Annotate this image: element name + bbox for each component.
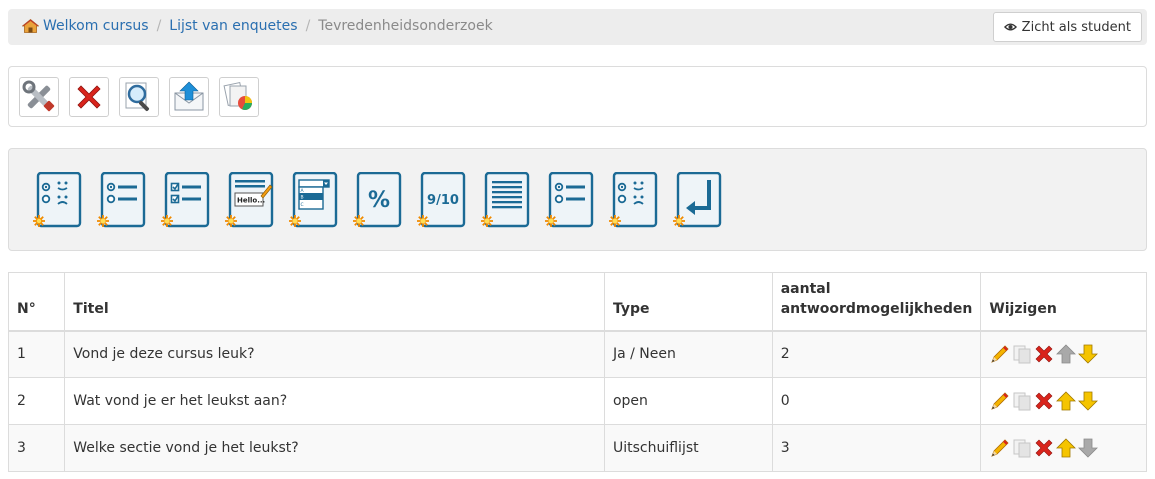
cell-actions: [980, 424, 1147, 472]
add-multiple-choice-question-button[interactable]: [97, 171, 147, 230]
add-selective-display-question-button[interactable]: [609, 171, 659, 230]
svg-text:Hello...: Hello...: [237, 197, 265, 205]
svg-text:9/10: 9/10: [427, 193, 459, 208]
cell-number: 3: [7, 424, 66, 472]
multiple-choice-question-icon: [97, 171, 146, 228]
column-header-answer-count: aantal antwoordmogelijkheden: [771, 272, 982, 331]
breadcrumb-separator: /: [156, 18, 162, 34]
action-toolbar: [8, 66, 1147, 127]
questions-table: N° Titel Type aantal antwoordmogelijkhed…: [7, 272, 1147, 472]
question-types-panel: Hello... A B C % 9/10: [8, 148, 1147, 251]
cell-answer-count: 3: [771, 424, 982, 472]
add-open-question-button[interactable]: Hello...: [225, 171, 275, 230]
column-header-edit: Wijzigen: [980, 272, 1147, 331]
student-view-button[interactable]: Zicht als student: [992, 12, 1142, 42]
cell-title: Vond je deze cursus leuk?: [64, 330, 605, 378]
move-up-arrow-icon[interactable]: [1055, 437, 1077, 459]
edit-question-pencil-icon[interactable]: [989, 343, 1011, 365]
add-multiple-choice-other-question-button[interactable]: [545, 171, 595, 230]
add-pagebreak-button[interactable]: [673, 171, 723, 230]
add-dropdown-question-button[interactable]: A B C: [289, 171, 339, 230]
multiple-choice-other-question-icon: [545, 171, 594, 228]
delete-survey-button[interactable]: [69, 77, 109, 117]
edit-question-pencil-icon[interactable]: [989, 437, 1011, 459]
breadcrumb-bar: Welkom cursus / Lijst van enquetes / Tev…: [8, 9, 1147, 45]
breadcrumb-separator: /: [305, 18, 311, 34]
publish-survey-button[interactable]: [169, 77, 209, 117]
student-view-label: Zicht als student: [1021, 19, 1131, 35]
cell-number: 2: [7, 377, 66, 425]
cell-answer-count: 0: [771, 377, 982, 425]
column-header-type: Type: [603, 272, 773, 331]
eye-icon: [1003, 23, 1017, 31]
dropdown-question-icon: A B C: [289, 171, 338, 228]
copy-question-icon[interactable]: [1011, 343, 1033, 365]
svg-text:B: B: [301, 195, 304, 201]
add-multiple-response-question-button[interactable]: [161, 171, 211, 230]
move-down-arrow-icon[interactable]: [1077, 390, 1099, 412]
table-row: 2 Wat vond je er het leukst aan? open 0: [7, 377, 1147, 425]
column-header-title: Titel: [64, 272, 605, 331]
magnifier-icon: [125, 82, 150, 112]
yes-no-question-icon: [33, 171, 82, 228]
table-row: 1 Vond je deze cursus leuk? Ja / Neen 2: [7, 330, 1147, 378]
cell-title: Welke sectie vond je het leukst?: [64, 424, 605, 472]
column-header-answer-count-line1: aantal: [780, 280, 831, 297]
home-icon[interactable]: [21, 18, 40, 33]
tools-icon: [22, 80, 55, 112]
score-question-icon: 9/10: [417, 171, 466, 228]
cell-number: 1: [7, 330, 66, 378]
cell-type: Ja / Neen: [603, 330, 773, 378]
send-mail-icon: [174, 81, 204, 111]
delete-question-icon[interactable]: [1033, 343, 1055, 365]
preview-survey-button[interactable]: [119, 77, 159, 117]
svg-text:C: C: [301, 202, 304, 208]
report-icon: [223, 81, 252, 110]
table-header-row: N° Titel Type aantal antwoordmogelijkhed…: [7, 272, 1147, 331]
breadcrumb: Welkom cursus / Lijst van enquetes / Tev…: [21, 18, 493, 34]
delete-question-icon[interactable]: [1033, 390, 1055, 412]
delete-icon: [77, 85, 101, 109]
copy-question-icon[interactable]: [1011, 390, 1033, 412]
column-header-answer-count-line2: antwoordmogelijkheden: [780, 300, 973, 317]
delete-question-icon[interactable]: [1033, 437, 1055, 459]
column-header-number: N°: [7, 272, 66, 331]
pagebreak-icon: [673, 171, 722, 228]
multiple-response-question-icon: [161, 171, 210, 228]
edit-survey-button[interactable]: [19, 77, 59, 117]
cell-title: Wat vond je er het leukst aan?: [64, 377, 605, 425]
breadcrumb-link-surveys[interactable]: Lijst van enquetes: [169, 18, 297, 34]
move-down-arrow-icon: [1077, 437, 1099, 459]
cell-actions: [980, 330, 1147, 378]
cell-answer-count: 2: [771, 330, 982, 378]
reporting-button[interactable]: [219, 77, 259, 117]
cell-type: Uitschuiflijst: [603, 424, 773, 472]
add-comment-button[interactable]: [481, 171, 531, 230]
cell-type: open: [603, 377, 773, 425]
percentage-question-icon: %: [353, 171, 402, 228]
add-yes-no-question-button[interactable]: [33, 171, 83, 230]
add-score-question-button[interactable]: 9/10: [417, 171, 467, 230]
selective-display-question-icon: [609, 171, 658, 228]
add-percentage-question-button[interactable]: %: [353, 171, 403, 230]
move-up-arrow-icon: [1055, 343, 1077, 365]
breadcrumb-current: Tevredenheidsonderzoek: [318, 18, 493, 34]
table-row: 3 Welke sectie vond je het leukst? Uitschu…: [7, 424, 1147, 472]
move-down-arrow-icon[interactable]: [1077, 343, 1099, 365]
comment-icon: [481, 171, 530, 228]
copy-question-icon[interactable]: [1011, 437, 1033, 459]
move-up-arrow-icon[interactable]: [1055, 390, 1077, 412]
svg-text:%: %: [368, 188, 390, 213]
cell-actions: [980, 377, 1147, 425]
open-question-icon: Hello...: [225, 171, 274, 228]
breadcrumb-link-course[interactable]: Welkom cursus: [43, 18, 149, 34]
edit-question-pencil-icon[interactable]: [989, 390, 1011, 412]
